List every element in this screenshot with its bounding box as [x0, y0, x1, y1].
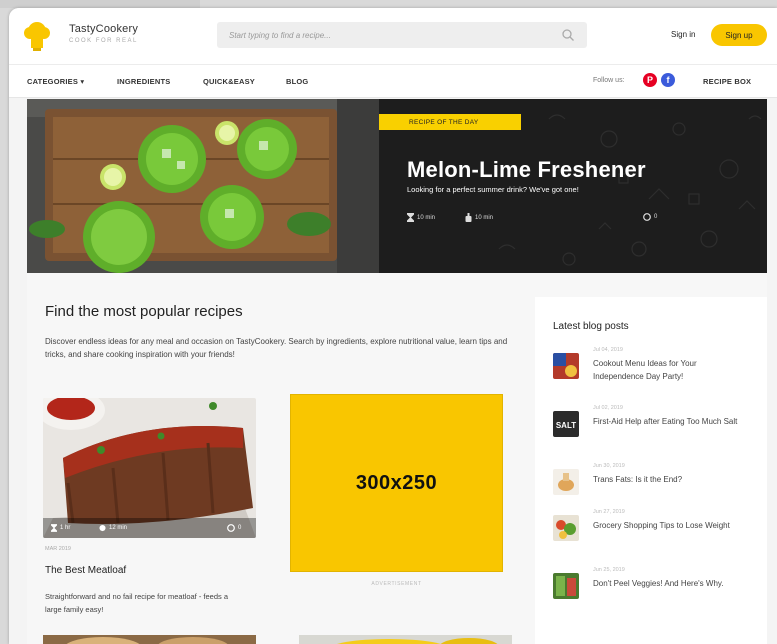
content-area: Find the most popular recipes Discover e…	[27, 273, 767, 644]
recipe-card-image[interactable]: 1 hr 12 min 0	[43, 398, 256, 538]
browser-tab-strip	[0, 0, 200, 8]
pot-icon	[465, 213, 472, 222]
chef-hat-logo-icon[interactable]	[23, 20, 51, 52]
card-comments[interactable]: 0	[227, 524, 241, 532]
card-time: 1 hr	[51, 524, 70, 532]
blog-post-item[interactable]: Jun 27, 2019 Grocery Shopping Tips to Lo…	[553, 509, 763, 559]
follow-us-label: Follow us:	[593, 77, 625, 84]
card-comments-count: 0	[238, 525, 242, 531]
hourglass-icon	[407, 213, 414, 222]
page-title: Find the most popular recipes	[45, 303, 243, 320]
brand-tagline: COOK FOR REAL	[69, 38, 138, 44]
card-time-value: 1 hr	[60, 525, 71, 531]
meatloaf-image	[43, 398, 256, 538]
prep-time-value: 10 min	[417, 214, 436, 221]
post-title[interactable]: Trans Fats: Is it the End?	[593, 473, 743, 486]
nav-blog[interactable]: BLOG	[286, 77, 308, 86]
search-input[interactable]: Start typing to find a recipe...	[217, 22, 587, 48]
post-title[interactable]: First-Aid Help after Eating Too Much Sal…	[593, 415, 743, 428]
facebook-icon[interactable]: f	[661, 73, 675, 87]
hero-comments-count: 0	[654, 214, 658, 220]
post-date: Jul 02, 2019	[593, 405, 623, 411]
bread-image	[43, 635, 256, 644]
corn-image	[299, 635, 512, 644]
sign-up-button[interactable]: Sign up	[711, 24, 767, 46]
trans-fats-thumbnail	[553, 469, 579, 495]
nav-ingredients[interactable]: INGREDIENTS	[117, 77, 170, 86]
post-title[interactable]: Grocery Shopping Tips to Lose Weight	[593, 519, 743, 532]
site-header: TastyCookery COOK FOR REAL Start typing …	[9, 8, 777, 64]
nav-quick-easy[interactable]: QUICK&EASY	[203, 77, 255, 86]
hero-text-panel: RECIPE OF THE DAY Melon-Lime Freshener L…	[379, 99, 767, 273]
blog-post-item[interactable]: Jul 04, 2019 Cookout Menu Ideas for Your…	[553, 347, 763, 397]
comment-icon	[227, 524, 235, 532]
post-thumbnail	[553, 573, 579, 599]
ad-label: ADVERTISEMENT	[371, 581, 422, 587]
main-nav: CATEGORIES ▾ INGREDIENTS QUICK&EASY BLOG…	[9, 64, 777, 98]
post-date: Jun 25, 2019	[593, 567, 625, 573]
pinterest-icon[interactable]: P	[643, 73, 657, 87]
cook-time-value: 10 min	[475, 214, 494, 221]
post-thumbnail	[553, 515, 579, 541]
search-icon[interactable]	[561, 28, 575, 42]
browser-frame: TastyCookery COOK FOR REAL Start typing …	[9, 8, 777, 644]
card-servings: 12 min	[99, 524, 127, 532]
clock-icon	[99, 524, 106, 532]
post-date: Jul 04, 2019	[593, 347, 623, 353]
card-servings-value: 12 min	[109, 525, 128, 531]
veggies-thumbnail	[553, 573, 579, 599]
svg-text:SALT: SALT	[556, 421, 576, 430]
recipe-card-image-3[interactable]	[299, 635, 512, 644]
post-title[interactable]: Don't Peel Veggies! And Here's Why.	[593, 577, 743, 590]
sign-in-link[interactable]: Sign in	[671, 30, 695, 39]
brand-name[interactable]: TastyCookery	[69, 23, 138, 35]
recipe-card-image-2[interactable]	[43, 635, 256, 644]
card-date: MAR 2019	[45, 546, 71, 552]
melon-lime-drinks-image	[27, 99, 379, 273]
post-thumbnail: SALT	[553, 411, 579, 437]
recipe-box-link[interactable]: RECIPE BOX	[703, 77, 751, 86]
hero-subtitle: Looking for a perfect summer drink? We'v…	[407, 185, 579, 194]
post-thumbnail	[553, 469, 579, 495]
post-date: Jun 27, 2019	[593, 509, 625, 515]
recipe-of-the-day-badge: RECIPE OF THE DAY	[379, 114, 521, 130]
search-placeholder: Start typing to find a recipe...	[229, 30, 331, 40]
ad-placeholder[interactable]: 300x250	[290, 394, 503, 572]
sidebar-title: Latest blog posts	[553, 321, 629, 332]
grocery-thumbnail	[553, 515, 579, 541]
cookout-thumbnail	[553, 353, 579, 379]
blog-sidebar: Latest blog posts Jul 04, 2019 Cookout M…	[535, 297, 767, 644]
cook-time: 10 min	[465, 213, 493, 222]
post-thumbnail	[553, 353, 579, 379]
comment-icon	[643, 213, 651, 221]
card-title[interactable]: The Best Meatloaf	[45, 565, 126, 576]
recipe-of-the-day-hero[interactable]: RECIPE OF THE DAY Melon-Lime Freshener L…	[27, 99, 767, 273]
hourglass-icon	[51, 524, 57, 532]
hero-title[interactable]: Melon-Lime Freshener	[407, 157, 646, 183]
blog-post-item[interactable]: Jun 30, 2019 Trans Fats: Is it the End?	[553, 463, 763, 513]
blog-post-item[interactable]: SALT Jul 02, 2019 First-Aid Help after E…	[553, 405, 763, 455]
blog-post-item[interactable]: Jun 25, 2019 Don't Peel Veggies! And Her…	[553, 567, 763, 617]
post-date: Jun 30, 2019	[593, 463, 625, 469]
salt-thumbnail: SALT	[553, 411, 579, 437]
hero-comments[interactable]: 0	[643, 213, 657, 221]
prep-time: 10 min	[407, 213, 435, 222]
page-description: Discover endless ideas for any meal and …	[45, 337, 508, 359]
nav-categories[interactable]: CATEGORIES ▾	[27, 77, 84, 86]
card-description: Straightforward and no fail recipe for m…	[45, 592, 229, 614]
hero-photo	[27, 99, 379, 273]
post-title[interactable]: Cookout Menu Ideas for Your Independence…	[593, 357, 743, 383]
